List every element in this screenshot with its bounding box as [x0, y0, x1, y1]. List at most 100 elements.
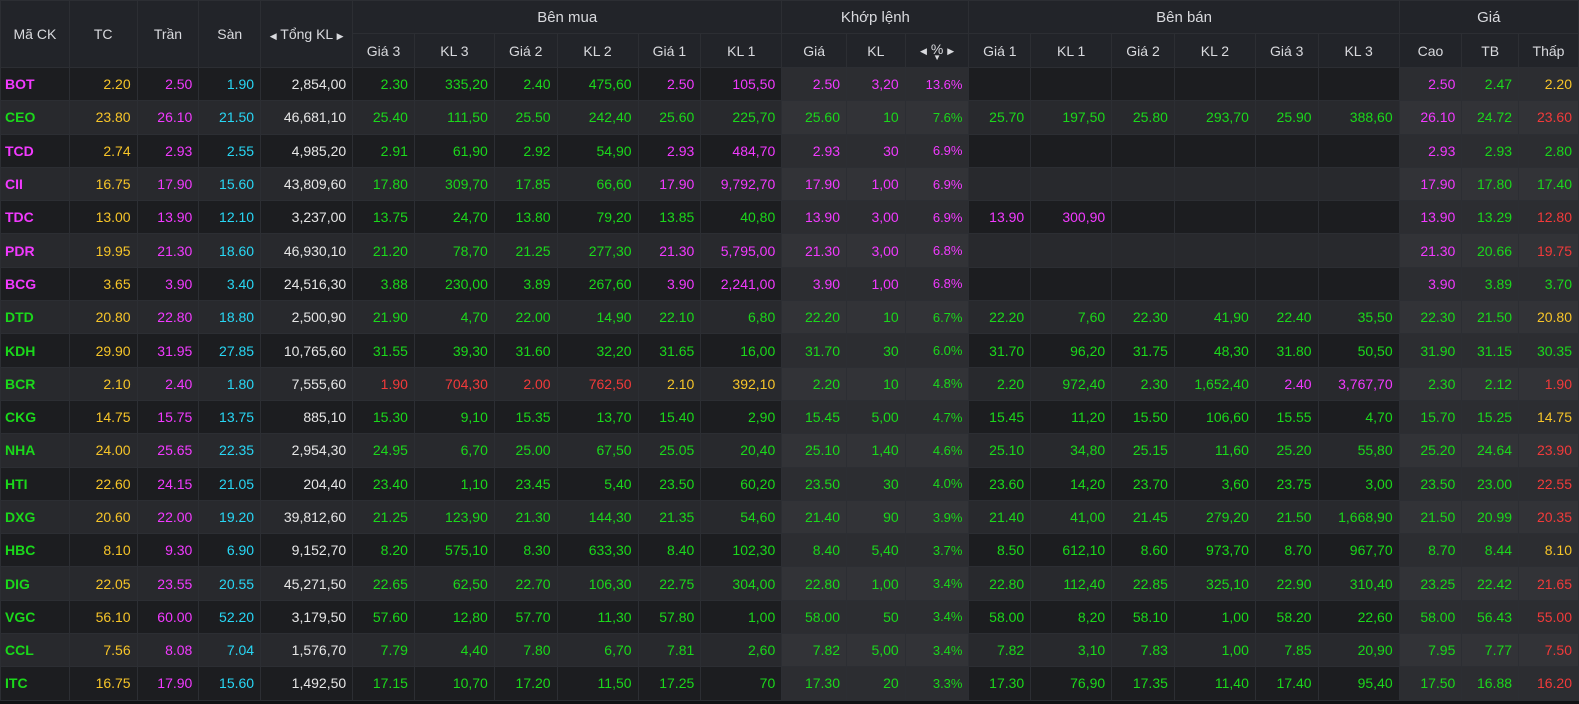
header-bid-kl-3[interactable]: KL 3 [413, 33, 495, 68]
table-row[interactable]: NHA 24.00 25.65 22.35 2,954,30 24.95 6,70 25.00… [0, 433, 1579, 468]
bid-price-3-cell[interactable]: 23.40 [352, 466, 415, 501]
bid-price-3-cell[interactable]: 22.65 [352, 566, 415, 601]
bid-price-3-cell[interactable]: 21.20 [352, 233, 415, 268]
bid-vol-1-cell[interactable]: 60,20 [700, 466, 783, 501]
table-row[interactable]: BCR 2.10 2.40 1.80 7,555,60 1.90 704,30 2.00 762… [0, 366, 1579, 401]
ask-price-1-cell[interactable]: 25.70 [968, 100, 1032, 135]
ask-vol-1-cell[interactable]: 197,50 [1030, 100, 1113, 135]
bid-price-2-cell[interactable]: 57.70 [493, 599, 558, 635]
ask-vol-1-cell[interactable]: 34,80 [1030, 433, 1113, 468]
bid-price-1-cell[interactable]: 21.30 [637, 233, 702, 268]
table-row[interactable]: KDH 29.90 31.95 27.85 10,765,60 31.55 39,30 31.… [0, 333, 1579, 368]
bid-price-2-cell[interactable]: 25.00 [493, 433, 558, 468]
bid-price-1-cell[interactable]: 23.50 [637, 466, 702, 501]
bid-price-3-cell[interactable]: 8.20 [352, 533, 415, 568]
bid-vol-3-cell[interactable]: 78,70 [413, 233, 495, 268]
ask-vol-3-cell[interactable]: 3,767,70 [1317, 366, 1400, 401]
ask-price-3-cell[interactable]: 22.40 [1254, 300, 1319, 335]
symbol-cell[interactable]: PDR [0, 233, 70, 268]
ask-price-3-cell[interactable]: 31.80 [1254, 333, 1319, 368]
table-row[interactable]: HBC 8.10 9.30 6.90 9,152,70 8.20 575,10 8.30 633… [0, 533, 1579, 568]
header-ask-kl-3[interactable]: KL 3 [1317, 33, 1400, 68]
header-ask-kl-1[interactable]: KL 1 [1030, 33, 1113, 68]
ask-price-3-cell[interactable]: 25.20 [1254, 433, 1319, 468]
ask-price-3-cell[interactable] [1254, 133, 1319, 168]
symbol-cell[interactable]: HTI [0, 466, 70, 501]
ask-price-1-cell[interactable] [968, 166, 1032, 202]
symbol-cell[interactable]: BCR [0, 366, 70, 401]
bid-price-3-cell[interactable]: 24.95 [352, 433, 415, 468]
bid-vol-2-cell[interactable]: 762,50 [556, 366, 639, 401]
bid-vol-2-cell[interactable]: 633,30 [556, 533, 639, 568]
header-average[interactable]: TB [1461, 33, 1520, 68]
ask-price-1-cell[interactable]: 8.50 [968, 533, 1032, 568]
ask-price-2-cell[interactable] [1111, 266, 1175, 302]
symbol-cell[interactable]: ITC [0, 666, 70, 701]
header-ask-giá-2[interactable]: Giá 2 [1111, 33, 1175, 68]
bid-vol-2-cell[interactable]: 5,40 [556, 466, 639, 501]
ask-vol-1-cell[interactable]: 96,20 [1030, 333, 1113, 368]
ask-price-1-cell[interactable]: 22.80 [968, 566, 1032, 601]
symbol-cell[interactable]: HBC [0, 533, 70, 568]
ask-vol-1-cell[interactable]: 112,40 [1030, 566, 1113, 601]
ask-vol-2-cell[interactable] [1173, 200, 1256, 235]
ask-price-1-cell[interactable] [968, 133, 1032, 168]
ask-vol-1-cell[interactable] [1030, 133, 1113, 168]
bid-price-3-cell[interactable]: 17.15 [352, 666, 415, 701]
ask-vol-1-cell[interactable]: 14,20 [1030, 466, 1113, 501]
symbol-cell[interactable]: TDC [0, 200, 70, 235]
table-row[interactable]: TCD 2.74 2.93 2.55 4,985,20 2.91 61,90 2.92 54,9… [0, 133, 1579, 168]
ask-vol-1-cell[interactable] [1030, 66, 1113, 102]
table-row[interactable]: CKG 14.75 15.75 13.75 885,10 15.30 9,10 15.35 13… [0, 399, 1579, 435]
bid-vol-3-cell[interactable]: 24,70 [413, 200, 495, 235]
ask-price-3-cell[interactable]: 15.55 [1254, 399, 1319, 435]
bid-vol-2-cell[interactable]: 11,30 [556, 599, 639, 635]
ask-price-1-cell[interactable]: 22.20 [968, 300, 1032, 335]
symbol-cell[interactable]: CKG [0, 399, 70, 435]
bid-vol-3-cell[interactable]: 6,70 [413, 433, 495, 468]
ask-vol-3-cell[interactable] [1317, 233, 1400, 268]
symbol-cell[interactable]: DIG [0, 566, 70, 601]
bid-vol-2-cell[interactable]: 54,90 [556, 133, 639, 168]
bid-vol-3-cell[interactable]: 61,90 [413, 133, 495, 168]
ask-vol-2-cell[interactable]: 41,90 [1173, 300, 1256, 335]
ask-vol-2-cell[interactable] [1173, 266, 1256, 302]
bid-price-2-cell[interactable]: 3.89 [493, 266, 558, 302]
bid-vol-1-cell[interactable]: 2,90 [700, 399, 783, 435]
ask-price-3-cell[interactable] [1254, 66, 1319, 102]
bid-vol-3-cell[interactable]: 123,90 [413, 499, 495, 535]
bid-vol-2-cell[interactable]: 277,30 [556, 233, 639, 268]
ask-vol-1-cell[interactable] [1030, 166, 1113, 202]
ask-price-3-cell[interactable]: 8.70 [1254, 533, 1319, 568]
bid-price-3-cell[interactable]: 21.25 [352, 499, 415, 535]
bid-price-1-cell[interactable]: 3.90 [637, 266, 702, 302]
bid-price-3-cell[interactable]: 2.91 [352, 133, 415, 168]
bid-price-2-cell[interactable]: 2.40 [493, 66, 558, 102]
ask-price-2-cell[interactable]: 21.45 [1111, 499, 1175, 535]
symbol-cell[interactable]: CII [0, 166, 70, 202]
bid-price-2-cell[interactable]: 2.92 [493, 133, 558, 168]
header-change-percent[interactable]: ◀ % ▶ ▼ [904, 33, 970, 68]
ask-price-2-cell[interactable]: 23.70 [1111, 466, 1175, 501]
ask-vol-1-cell[interactable]: 300,90 [1030, 200, 1113, 235]
symbol-cell[interactable]: BOT [0, 66, 70, 102]
header-match-volume[interactable]: KL [846, 33, 906, 68]
bid-price-1-cell[interactable]: 25.05 [637, 433, 702, 468]
ask-vol-1-cell[interactable]: 7,60 [1030, 300, 1113, 335]
ask-vol-3-cell[interactable]: 3,00 [1317, 466, 1400, 501]
ask-price-2-cell[interactable]: 58.10 [1111, 599, 1175, 635]
ask-price-1-cell[interactable]: 25.10 [968, 433, 1032, 468]
bid-vol-2-cell[interactable]: 144,30 [556, 499, 639, 535]
bid-vol-1-cell[interactable]: 304,00 [700, 566, 783, 601]
ask-price-1-cell[interactable]: 2.20 [968, 366, 1032, 401]
ask-vol-2-cell[interactable] [1173, 133, 1256, 168]
ask-vol-3-cell[interactable]: 22,60 [1317, 599, 1400, 635]
ask-price-1-cell[interactable]: 31.70 [968, 333, 1032, 368]
header-high[interactable]: Cao [1398, 33, 1463, 68]
bid-price-1-cell[interactable]: 2.50 [637, 66, 702, 102]
bid-price-2-cell[interactable]: 15.35 [493, 399, 558, 435]
ask-vol-1-cell[interactable]: 41,00 [1030, 499, 1113, 535]
bid-price-3-cell[interactable]: 7.79 [352, 633, 415, 668]
bid-price-2-cell[interactable]: 25.50 [493, 100, 558, 135]
ask-vol-2-cell[interactable]: 279,20 [1173, 499, 1256, 535]
